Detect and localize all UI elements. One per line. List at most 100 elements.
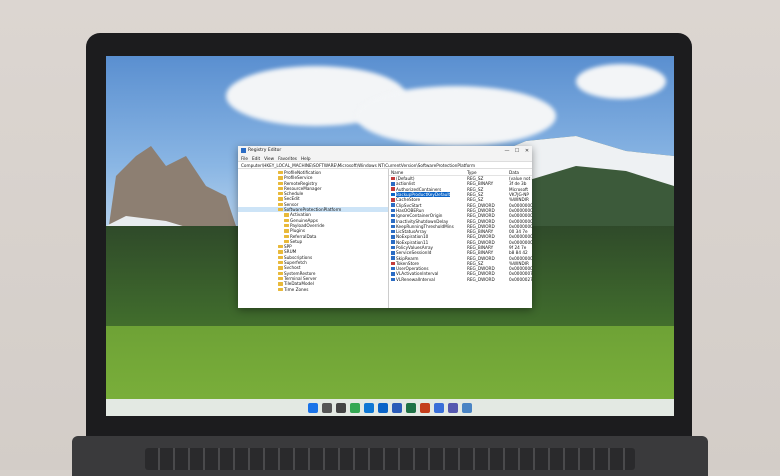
settings-icon[interactable] — [462, 402, 472, 413]
address-bar[interactable]: Computer\HKEY_LOCAL_MACHINE\SOFTWARE\Mic… — [238, 161, 532, 169]
value-name-cell: HasOOBERun — [389, 208, 467, 213]
value-name: VLRenewalInterval — [396, 276, 435, 282]
binary-value-icon — [391, 208, 395, 213]
value-name: AuthorizedContainers — [396, 186, 442, 192]
binary-value-icon — [391, 251, 395, 255]
task-view-icon[interactable] — [336, 402, 346, 413]
folder-icon — [284, 213, 289, 217]
teams-icon[interactable] — [448, 402, 458, 413]
value-name: ClipSvcStart — [396, 202, 422, 208]
column-header-type[interactable]: Type — [467, 170, 509, 175]
value-data: %WINDIR — [509, 197, 529, 203]
folder-icon — [278, 245, 283, 249]
minimize-button[interactable]: — — [502, 148, 512, 154]
value-name: CacheStore — [396, 197, 421, 203]
value-data: b8 84 42 — [509, 250, 528, 256]
value-name-cell: actionlist — [389, 181, 467, 186]
folder-icon — [284, 234, 289, 238]
column-header-data[interactable]: Data — [509, 170, 532, 175]
value-name: BackupProductKeyDefault — [396, 192, 451, 198]
value-data: 0x0000000 — [509, 255, 532, 261]
value-name-cell: BackupProductKeyDefault — [389, 192, 467, 198]
value-row[interactable]: VLRenewalInterval REG_DWORD 0x0000027 — [389, 277, 532, 282]
value-type: REG_SZ — [467, 260, 484, 266]
value-type: REG_DWORD — [467, 202, 495, 208]
folder-icon — [278, 186, 283, 191]
value-data: 0x0000000 — [509, 234, 532, 240]
value-name-cell: CacheStore — [389, 197, 467, 202]
value-name: VLActivationInterval — [396, 271, 439, 277]
value-name-cell: KeepRunningThresholdMins — [389, 224, 467, 229]
value-data: 0x0000000 — [509, 213, 532, 219]
menu-help[interactable]: Help — [301, 156, 311, 161]
key-tree: ProfileNotification ProfileService RemoteR… — [238, 169, 389, 308]
value-type: REG_DWORD — [467, 276, 495, 282]
value-type: REG_SZ — [467, 192, 484, 198]
windows-start-icon[interactable] — [308, 402, 318, 413]
value-type: REG_BINARY — [467, 229, 494, 235]
value-name-cell: ServiceSessionId — [389, 250, 467, 255]
value-data: 0x0000007 — [509, 271, 532, 277]
value-name: PolicyValuesArray — [396, 245, 434, 250]
folder-icon — [278, 250, 283, 254]
value-name-cell: (Default) — [389, 176, 467, 181]
value-name-cell: InactivityShutdownDelay — [389, 219, 467, 224]
string-value-icon — [391, 261, 395, 266]
menu-file[interactable]: File — [241, 156, 248, 161]
menu-edit[interactable]: Edit — [252, 156, 260, 161]
powerpoint-icon[interactable] — [420, 402, 430, 413]
value-name: InactivityShutdownDelay — [396, 218, 449, 224]
value-type: REG_DWORD — [467, 239, 495, 245]
search-icon[interactable] — [322, 402, 332, 413]
folder-icon — [278, 287, 283, 291]
binary-value-icon — [391, 277, 395, 282]
folder-icon — [284, 218, 289, 222]
registry-editor-window: Registry Editor — ☐ ✕ File Edit View Fav… — [238, 146, 532, 308]
value-name: UserOperations — [396, 266, 429, 272]
value-name: TokenStore — [396, 260, 419, 266]
value-name-cell: SkipRearm — [389, 256, 467, 261]
value-name-cell: PolicyValuesArray — [389, 245, 467, 250]
value-name-cell: VLActivationInterval — [389, 271, 467, 276]
binary-value-icon — [391, 182, 395, 186]
value-name: NoExpiration11 — [396, 239, 429, 245]
store-icon[interactable] — [434, 402, 444, 413]
value-name-cell: VLRenewalInterval — [389, 277, 467, 282]
menu-favorites[interactable]: Favorites — [278, 156, 297, 161]
value-name-cell: AuthorizedContainers — [389, 187, 467, 192]
menu-view[interactable]: View — [264, 156, 274, 161]
value-type: REG_BINARY — [467, 245, 494, 250]
tree-item[interactable]: Time Zones — [238, 287, 388, 292]
outlook-icon[interactable] — [378, 402, 388, 413]
value-type: REG_BINARY — [467, 250, 494, 256]
folder-icon — [278, 176, 283, 180]
string-value-icon — [391, 176, 395, 181]
folder-icon — [278, 266, 283, 270]
value-name: KeepRunningThresholdMins — [396, 223, 454, 229]
excel-icon[interactable] — [406, 402, 416, 413]
maximize-button[interactable]: ☐ — [512, 148, 522, 154]
value-type: REG_DWORD — [467, 223, 495, 229]
chrome-icon[interactable] — [350, 402, 360, 413]
close-button[interactable]: ✕ — [522, 148, 532, 154]
word-icon[interactable] — [392, 402, 402, 413]
value-type: REG_DWORD — [467, 266, 495, 272]
values-list: Name Type Data (Default) REG_SZ (value not… — [389, 169, 532, 308]
binary-value-icon — [391, 272, 395, 276]
value-name: LicStatusArray — [396, 229, 427, 235]
value-type: REG_DWORD — [467, 234, 495, 240]
string-value-icon — [391, 187, 395, 191]
value-type: REG_BINARY — [467, 181, 494, 187]
value-name: (Default) — [396, 176, 415, 182]
value-data: 0x0000000 — [509, 218, 532, 224]
binary-value-icon — [391, 235, 395, 239]
value-type: REG_SZ — [467, 186, 484, 192]
edge-icon[interactable] — [364, 402, 374, 413]
window-titlebar[interactable]: Registry Editor — ☐ ✕ — [238, 146, 532, 155]
column-header-name[interactable]: Name — [389, 170, 467, 175]
tree-item-label: Time Zones — [284, 286, 309, 292]
folder-icon — [284, 229, 289, 233]
folder-icon — [278, 255, 283, 260]
registry-app-icon — [241, 148, 246, 153]
value-type: REG_SZ — [467, 197, 484, 203]
